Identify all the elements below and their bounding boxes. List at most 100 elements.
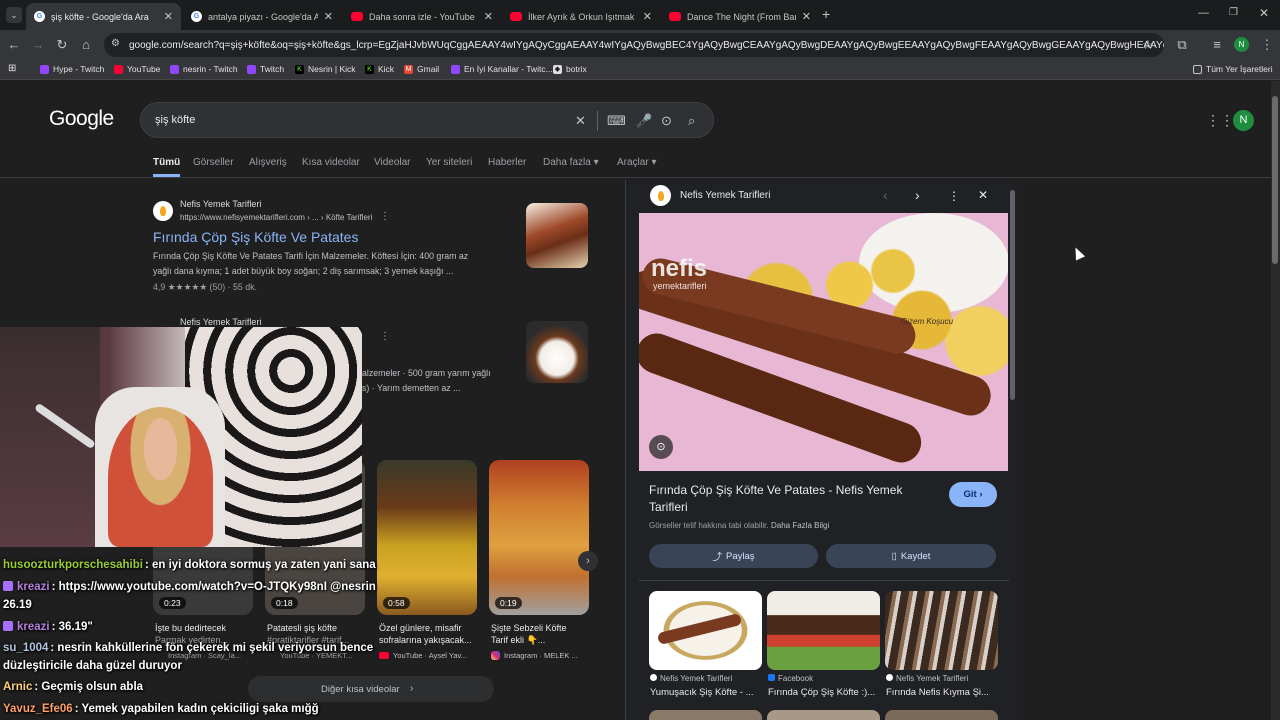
all-bookmarks[interactable]: Tüm Yer İşaretleri: [1193, 64, 1273, 74]
minimize-button[interactable]: —: [1198, 7, 1209, 19]
close-icon[interactable]: ✕: [164, 10, 173, 23]
media-icon[interactable]: ≡: [1209, 37, 1225, 52]
preview-image[interactable]: nefis yemektarifleri Gizem Koşucu ⊙: [639, 213, 1008, 471]
close-icon[interactable]: ✕: [643, 10, 652, 23]
tab-ilker-ayrik[interactable]: İlker Ayrık & Orkun Işıtmak ile İ ✕: [502, 3, 660, 30]
menu-icon[interactable]: ⋮: [1259, 37, 1275, 53]
youtube-icon: [114, 64, 123, 74]
profile-avatar[interactable]: N: [1234, 37, 1249, 52]
close-icon[interactable]: ✕: [484, 10, 493, 23]
keyboard-icon[interactable]: ⌨: [607, 113, 626, 129]
microphone-icon[interactable]: 🎤: [636, 113, 652, 129]
result-title-link[interactable]: Fırında Çöp Şiş Köfte Ve Patates: [153, 229, 358, 245]
result-source[interactable]: Nefis Yemek Tarifleri: [180, 317, 261, 327]
tab-images[interactable]: Görseller: [193, 157, 234, 168]
maximize-button[interactable]: ❐: [1229, 7, 1238, 18]
tab-more[interactable]: Daha fazla ▾: [543, 157, 599, 168]
related-title[interactable]: Fırında Çöp Şiş Köfte :)...: [768, 687, 875, 698]
apps-icon[interactable]: ⊞: [8, 63, 16, 74]
video-title[interactable]: İşte bu dedirtecek: [155, 622, 259, 634]
short-video-card[interactable]: 0:58: [377, 460, 477, 615]
address-bar[interactable]: ⚙ google.com/search?q=şiş+köfte&oq=şiş+k…: [104, 33, 1164, 57]
panel-close-icon[interactable]: ✕: [978, 188, 988, 202]
chat-message: Yavuz_Efe06: Yemek yapabilen kadın çekic…: [3, 701, 319, 717]
window-close-button[interactable]: ✕: [1259, 6, 1269, 20]
video-title[interactable]: sofralarına yakışacak...: [379, 634, 483, 646]
tab-short-videos[interactable]: Kısa videolar: [302, 157, 360, 168]
close-icon[interactable]: ✕: [324, 10, 333, 23]
result-more-icon[interactable]: ⋮: [380, 331, 390, 342]
bookmark-en-iyi-kanallar[interactable]: En İyi Kanallar - Twitc...: [451, 64, 553, 74]
page-scrollbar-thumb[interactable]: [1272, 96, 1278, 264]
lens-search-icon[interactable]: ⊙: [649, 435, 673, 459]
tab-tools[interactable]: Araçlar ▾: [617, 157, 656, 168]
related-image[interactable]: [885, 710, 998, 720]
result-thumbnail[interactable]: [526, 321, 588, 383]
related-image[interactable]: [767, 710, 880, 720]
carousel-next-icon[interactable]: ›: [578, 551, 598, 571]
search-icon[interactable]: ⌕: [688, 113, 695, 129]
site-info-icon[interactable]: ⚙: [111, 38, 120, 49]
bookmark-kick[interactable]: K Kick: [365, 64, 394, 74]
tab-dance-the-night[interactable]: Dance The Night (From Barbie ✕: [661, 3, 819, 30]
account-avatar[interactable]: N: [1233, 110, 1254, 131]
chat-text: 26.19: [3, 599, 32, 611]
reload-icon[interactable]: ↻: [54, 37, 70, 53]
result-source[interactable]: Nefis Yemek Tarifleri: [180, 199, 261, 209]
video-title[interactable]: Özel günlere, misafir: [379, 622, 483, 634]
bookmark-youtube[interactable]: YouTube: [114, 64, 160, 74]
forward-icon[interactable]: →: [30, 37, 46, 52]
panel-more-icon[interactable]: ⋮: [948, 189, 960, 203]
bookmark-twitch[interactable]: Twitch: [247, 64, 284, 74]
prev-image-icon[interactable]: ‹: [883, 187, 888, 203]
bookmark-gmail[interactable]: M Gmail: [404, 64, 439, 74]
result-url[interactable]: https://www.nefisyemektarifleri.com › ..…: [180, 213, 372, 222]
short-video-card[interactable]: 0:19: [489, 460, 589, 615]
panel-source[interactable]: Nefis Yemek Tarifleri: [680, 190, 770, 201]
video-title[interactable]: Patatesli şiş köfte: [267, 622, 371, 634]
bookmark-nesrin-kick[interactable]: K Nesrin | Kick: [295, 64, 356, 74]
close-icon[interactable]: ✕: [802, 10, 811, 23]
panel-title[interactable]: Fırında Çöp Şiş Köfte Ve Patates - Nefis…: [649, 482, 919, 516]
tab-antalya-piyazi[interactable]: G antalya piyazı - Google'da Ara ✕: [183, 3, 341, 30]
video-title[interactable]: Tarif ekli 👇...: [491, 634, 595, 646]
related-title[interactable]: Yumuşacık Şiş Köfte - ...: [650, 687, 753, 698]
bookmark-nesrin-twitch[interactable]: nesrin - Twitch: [170, 64, 238, 74]
tab-videos[interactable]: Videolar: [374, 157, 411, 168]
bookmark-star-icon[interactable]: ☆: [1140, 37, 1156, 53]
tab-shopping[interactable]: Alışveriş: [249, 157, 287, 168]
chat-message: kreazi: 36.19": [3, 619, 93, 635]
back-icon[interactable]: ←: [6, 37, 22, 52]
tab-sis-kofte[interactable]: G şiş köfte - Google'da Ara ✕: [26, 3, 181, 30]
panel-scrollbar[interactable]: [1010, 190, 1015, 400]
next-image-icon[interactable]: ›: [915, 187, 920, 203]
tab-news[interactable]: Haberler: [488, 157, 526, 168]
visit-button[interactable]: Git ›: [949, 482, 997, 507]
new-tab-button[interactable]: +: [822, 6, 830, 22]
related-image[interactable]: [767, 591, 880, 670]
video-title[interactable]: Şişte Sebzeli Köfte: [491, 622, 595, 634]
result-thumbnail[interactable]: [526, 203, 588, 268]
sub-badge-icon: [3, 581, 13, 591]
related-image[interactable]: [649, 710, 762, 720]
more-info-link[interactable]: Daha Fazla Bilgi: [771, 521, 829, 530]
tab-places[interactable]: Yer siteleri: [426, 157, 472, 168]
lens-icon[interactable]: ⊙: [661, 113, 672, 129]
tab-search-button[interactable]: ⌄: [6, 7, 22, 23]
home-icon[interactable]: ⌂: [78, 37, 94, 52]
save-button[interactable]: ▯ Kaydet: [826, 544, 996, 568]
google-logo[interactable]: Google: [49, 107, 114, 131]
google-apps-icon[interactable]: ⋮⋮: [1206, 112, 1234, 129]
tab-all[interactable]: Tümü: [153, 157, 181, 177]
share-button[interactable]: ⤴ Paylaş: [649, 544, 818, 568]
related-image[interactable]: [885, 591, 998, 670]
search-input[interactable]: şiş köfte ✕ ⌨ 🎤 ⊙ ⌕: [140, 102, 714, 138]
related-title[interactable]: Fırında Nefis Kıyma Şi...: [886, 687, 989, 698]
bookmark-botrix[interactable]: ◆ botrix: [553, 64, 587, 74]
result-more-icon[interactable]: ⋮: [380, 211, 390, 222]
extensions-icon[interactable]: ⧉: [1174, 37, 1190, 53]
clear-icon[interactable]: ✕: [575, 113, 586, 129]
tab-daha-sonra-izle[interactable]: Daha sonra izle - YouTube ✕: [343, 3, 501, 30]
bookmark-hype-twitch[interactable]: Hype - Twitch: [40, 64, 104, 74]
related-image[interactable]: [649, 591, 762, 670]
